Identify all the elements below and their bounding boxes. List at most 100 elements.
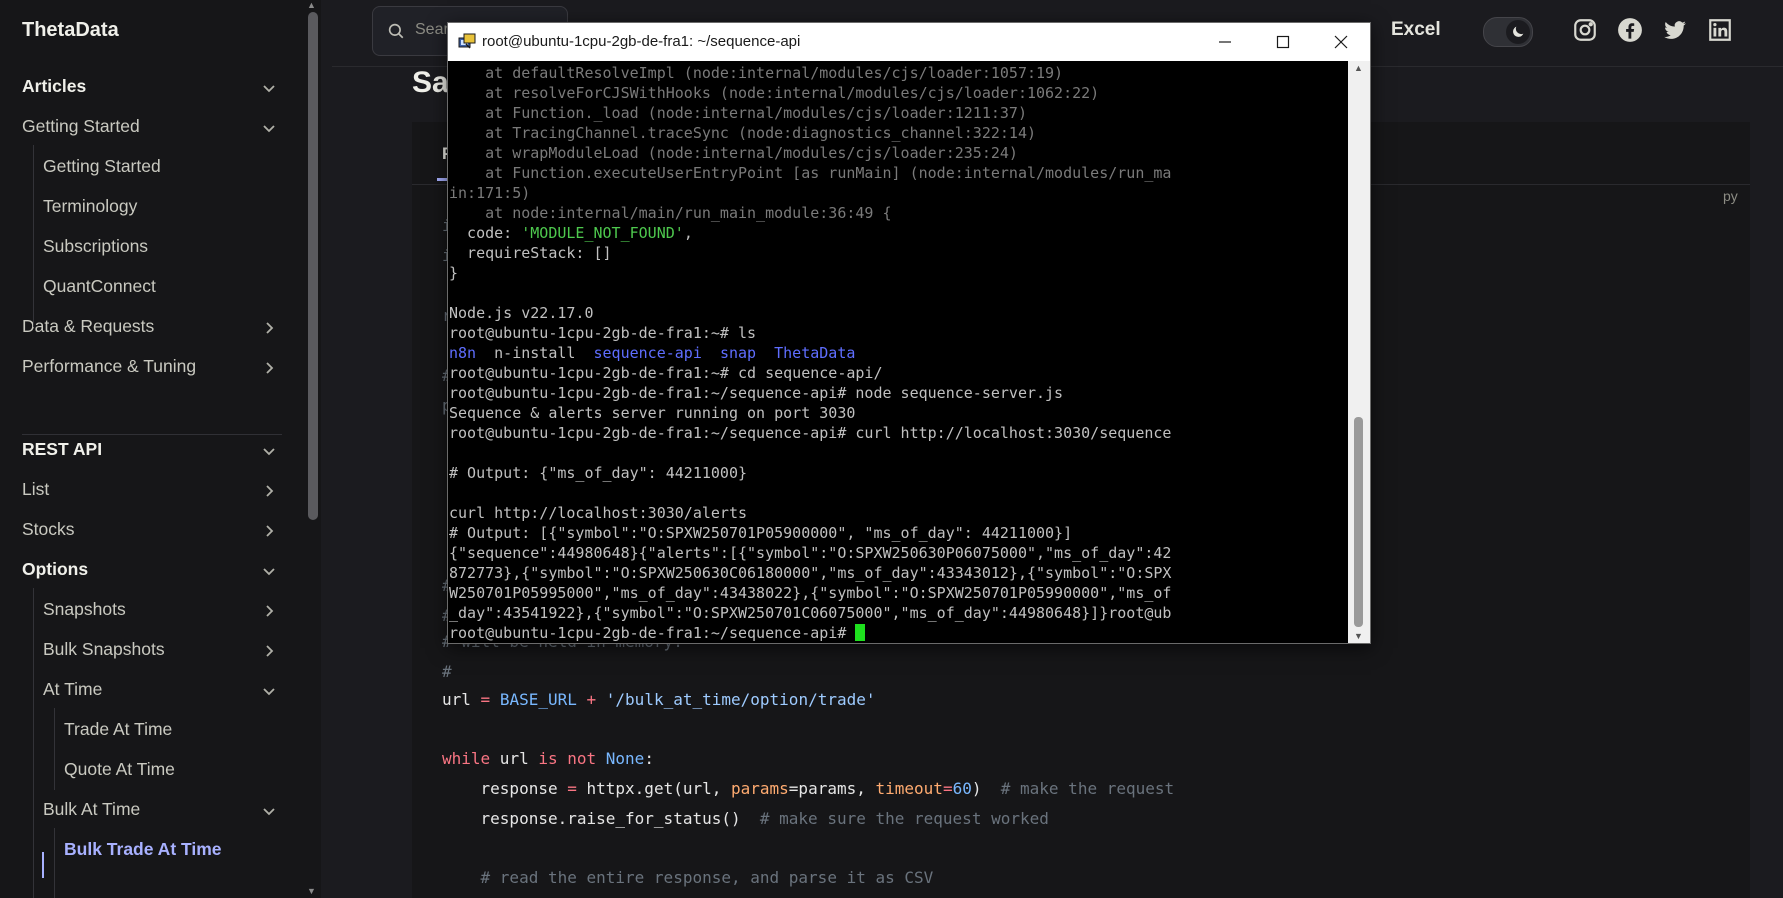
sidebar-item-getting-started[interactable]: Getting Started [0, 147, 282, 185]
code-comment: # [442, 662, 452, 681]
terminal-line: {"sequence":44980648}{"alerts":[{"symbol… [449, 544, 1172, 562]
sidebar-item-bulk-at-time[interactable]: Bulk At Time [0, 790, 282, 828]
sidebar-item-rest-api[interactable]: REST API [0, 430, 282, 468]
sidebar-item-performance-tuning[interactable]: Performance & Tuning [0, 347, 282, 385]
sidebar-item-label: Getting Started [43, 155, 161, 176]
terminal-line: at resolveForCJSWithHooks (node:internal… [449, 84, 1100, 102]
ls-entry: sequence-api [593, 344, 702, 362]
scroll-up-arrow-icon[interactable]: ▲ [1354, 63, 1363, 73]
code-token: # make the request [1000, 779, 1175, 798]
code-token: 60 [952, 779, 972, 798]
terminal-prompt: root@ubuntu-1cpu-2gb-de-fra1:~/sequence-… [449, 624, 856, 642]
sidebar-item-articles[interactable]: Articles [0, 67, 282, 105]
chevron-right-icon[interactable] [262, 642, 276, 657]
sidebar-item-label: Bulk At Time [43, 798, 141, 819]
brand-logo[interactable]: ThetaData [22, 19, 119, 42]
maximize-icon [1276, 35, 1290, 49]
chevron-down-icon[interactable] [262, 119, 276, 133]
terminal-line: at Function.executeUserEntryPoint [as ru… [449, 164, 1172, 182]
sidebar-item-terminology[interactable]: Terminology [0, 187, 282, 225]
sidebar-item-data-requests[interactable]: Data & Requests [0, 307, 282, 345]
ls-entry: ThetaData [774, 344, 856, 362]
sidebar-item-label: Bulk Trade At Time [64, 838, 222, 859]
terminal-line: # Output: [{"symbol":"O:SPXW250701P05900… [449, 524, 1073, 542]
code-token: response.raise_for_status() [442, 809, 760, 828]
terminal-line: W250701P05995000","ms_of_day":43438022},… [449, 584, 1172, 602]
terminal-line: Node.js v22.17.0 [449, 304, 594, 322]
code-line-comment: # read the entire response, and parse it… [442, 868, 934, 887]
code-token: while [442, 749, 491, 768]
code-token: is not [538, 749, 597, 768]
scroll-up-arrow-icon[interactable]: ▲ [307, 0, 316, 10]
terminal-line: requireStack: [] [449, 244, 612, 262]
terminal-text: code: [449, 224, 522, 242]
sidebar-item-trade-at-time[interactable]: Trade At Time [0, 710, 282, 748]
terminal-scrollbar-thumb[interactable] [1354, 417, 1363, 627]
code-token: : [644, 749, 654, 768]
sidebar-item-at-time[interactable]: At Time [0, 670, 282, 708]
code-token: url [442, 690, 471, 709]
close-icon [1334, 35, 1348, 49]
scroll-down-arrow-icon[interactable]: ▼ [1354, 631, 1363, 641]
ls-entry: n-install [494, 344, 576, 362]
chevron-down-icon[interactable] [262, 562, 276, 576]
code-token: + [576, 690, 606, 709]
sidebar-item-getting-started[interactable]: Getting Started [0, 107, 282, 145]
sidebar-item-snapshots[interactable]: Snapshots [0, 590, 282, 628]
terminal-line: # Output: {"ms_of_day": 44211000} [449, 464, 748, 482]
maximize-button[interactable] [1254, 23, 1312, 61]
terminal-titlebar[interactable]: root@ubuntu-1cpu-2gb-de-fra1: ~/sequence… [448, 23, 1370, 61]
twitter-icon[interactable] [1662, 17, 1688, 43]
terminal-line: at defaultResolveImpl (node:internal/mod… [449, 64, 1064, 82]
code-token: timeout [875, 779, 943, 798]
scroll-down-arrow-icon[interactable]: ▼ [307, 886, 316, 896]
terminal-line: root@ubuntu-1cpu-2gb-de-fra1:~# cd seque… [449, 364, 883, 382]
sidebar-item-list[interactable]: List [0, 470, 282, 508]
sidebar-item-subscriptions[interactable]: Subscriptions [0, 227, 282, 265]
terminal-scrollbar[interactable]: ▲ ▼ [1348, 61, 1370, 643]
terminal-line: root@ubuntu-1cpu-2gb-de-fra1:~/sequence-… [449, 623, 866, 643]
chevron-down-icon[interactable] [262, 802, 276, 816]
terminal-line: root@ubuntu-1cpu-2gb-de-fra1:~/sequence-… [449, 424, 1172, 442]
terminal-line: _day":43541922},{"symbol":"O:SPXW250701C… [449, 604, 1172, 622]
terminal-output[interactable]: at defaultResolveImpl (node:internal/mod… [448, 61, 1348, 643]
chevron-right-icon[interactable] [262, 602, 276, 617]
close-button[interactable] [1312, 23, 1370, 61]
chevron-right-icon[interactable] [262, 319, 276, 334]
sidebar-item-label: List [22, 478, 50, 499]
chevron-right-icon[interactable] [262, 359, 276, 374]
nav-guide-line [33, 145, 34, 327]
terminal-line: curl http://localhost:3030/alerts [449, 504, 748, 522]
sidebar-item-stocks[interactable]: Stocks [0, 510, 282, 548]
chevron-down-icon[interactable] [262, 79, 276, 93]
chevron-down-icon[interactable] [262, 682, 276, 696]
sidebar-item-quote-at-time[interactable]: Quote At Time [0, 750, 282, 788]
facebook-icon[interactable] [1617, 17, 1643, 43]
sidebar-item-label: Stocks [22, 518, 75, 539]
sidebar-item-label: Bulk Snapshots [43, 638, 165, 659]
sidebar-item-bulk-snapshots[interactable]: Bulk Snapshots [0, 630, 282, 668]
instagram-icon[interactable] [1572, 17, 1598, 43]
linkedin-icon[interactable] [1707, 17, 1733, 43]
ls-entry: snap [719, 344, 757, 362]
nav-guide-line [54, 708, 55, 790]
sidebar-item-label: Performance & Tuning [22, 355, 197, 376]
sidebar-item-label: Quote At Time [64, 758, 175, 779]
theme-toggle[interactable] [1483, 17, 1533, 47]
ls-entry: n8n [449, 344, 477, 362]
terminal-window[interactable]: root@ubuntu-1cpu-2gb-de-fra1: ~/sequence… [447, 22, 1371, 644]
chevron-right-icon[interactable] [262, 482, 276, 497]
nav-link-excel[interactable]: Excel [1391, 19, 1441, 41]
minimize-button[interactable] [1196, 23, 1254, 61]
chevron-right-icon[interactable] [262, 522, 276, 537]
terminal-line: in:171:5) [449, 184, 531, 202]
code-language-label: py [1723, 188, 1738, 204]
code-token: = [567, 779, 577, 798]
code-token: BASE_URL [499, 690, 577, 709]
code-line-raise: response.raise_for_status() # make sure … [442, 809, 1049, 828]
sidebar-item-label: Options [22, 558, 89, 579]
sidebar-scrollbar-thumb[interactable] [308, 12, 318, 520]
sidebar-item-quantconnect[interactable]: QuantConnect [0, 267, 282, 305]
chevron-down-icon[interactable] [262, 442, 276, 456]
sidebar-item-options[interactable]: Options [0, 550, 282, 588]
